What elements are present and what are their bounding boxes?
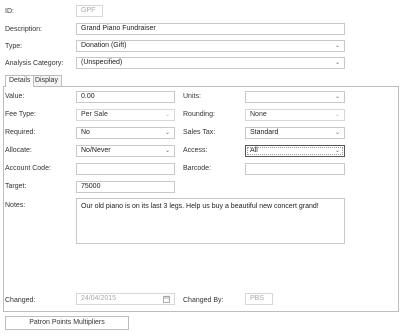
access-value: All — [250, 147, 258, 154]
chevron-down-icon: ⌄ — [334, 148, 340, 154]
id-field: GPF — [76, 5, 103, 17]
changed-date-field: 24/04/2015 — [76, 293, 175, 305]
notes-label: Notes: — [5, 202, 26, 209]
required-select[interactable]: No ⌄ — [76, 127, 175, 139]
allocate-value: No/Never — [81, 147, 111, 154]
allocate-label: Allocate: — [5, 147, 32, 154]
required-label: Required: — [5, 129, 36, 136]
chevron-down-icon: ⌄ — [334, 94, 340, 100]
analysis-category-select[interactable]: (Unspecified) ⌄ — [76, 57, 345, 69]
chevron-down-icon: ⌄ — [334, 60, 340, 66]
changed-by-label: Changed By: — [183, 297, 224, 304]
sales-tax-label: Sales Tax: — [183, 129, 216, 136]
access-label: Access: — [183, 147, 208, 154]
target-label: Target: — [5, 183, 27, 190]
tab-details[interactable]: Details — [5, 75, 35, 87]
account-code-field[interactable] — [76, 163, 175, 175]
barcode-label: Barcode: — [183, 165, 212, 172]
allocate-select[interactable]: No/Never ⌄ — [76, 145, 175, 157]
sales-tax-select[interactable]: Standard ⌄ — [245, 127, 345, 139]
sales-tax-value: Standard — [250, 129, 279, 136]
patron-points-multipliers-button[interactable]: Patron Points Multipliers — [5, 316, 129, 330]
required-value: No — [81, 129, 90, 136]
fee-type-label: Fee Type: — [5, 111, 37, 118]
type-label: Type: — [5, 43, 23, 50]
chevron-down-icon: ⌄ — [334, 130, 340, 136]
access-select[interactable]: All ⌄ — [245, 145, 345, 157]
changed-label: Changed: — [5, 297, 36, 304]
analysis-category-value: (Unspecified) — [81, 59, 123, 66]
units-label: Units: — [183, 93, 201, 100]
description-label: Description: — [5, 26, 42, 33]
chevron-down-icon: ⌄ — [164, 148, 170, 154]
fee-type-value: Per Sale — [81, 111, 108, 118]
analysis-category-label: Analysis Category: — [5, 60, 64, 67]
value-label: Value: — [5, 93, 25, 100]
type-select-value: Donation (Gift) — [81, 42, 127, 49]
changed-date-value: 24/04/2015 — [81, 295, 117, 302]
calendar-icon[interactable] — [163, 295, 170, 303]
rounding-label: Rounding: — [183, 111, 215, 118]
units-select[interactable]: ⌄ — [245, 91, 345, 103]
id-label: ID: — [5, 8, 14, 15]
fee-type-select[interactable]: Per Sale ⌄ — [76, 109, 175, 121]
barcode-field[interactable] — [245, 163, 345, 175]
chevron-down-icon: ⌄ — [334, 112, 340, 118]
notes-textarea[interactable]: Our old piano is on its last 3 legs. Hel… — [76, 198, 345, 244]
chevron-down-icon: ⌄ — [334, 43, 340, 49]
chevron-down-icon: ⌄ — [164, 112, 170, 118]
rounding-select[interactable]: None ⌄ — [245, 109, 345, 121]
type-select[interactable]: Donation (Gift) ⌄ — [76, 40, 345, 52]
description-field[interactable]: Grand Piano Fundraiser — [76, 23, 345, 35]
target-field[interactable]: 75000 — [76, 181, 175, 193]
account-code-label: Account Code: — [5, 165, 51, 172]
value-field[interactable]: 0.00 — [76, 91, 175, 103]
changed-by-field: PBS — [245, 293, 273, 305]
rounding-value: None — [250, 111, 267, 118]
tab-display[interactable]: Display — [31, 75, 62, 86]
chevron-down-icon: ⌄ — [164, 130, 170, 136]
